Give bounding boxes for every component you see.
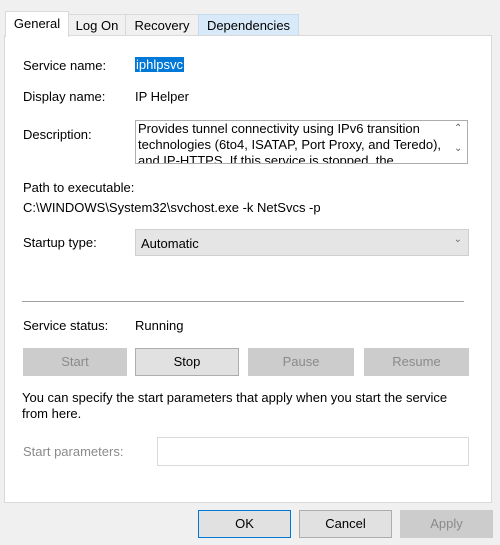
scrollbar[interactable]: ⌃ ⌄ xyxy=(450,121,467,163)
pause-button[interactable]: Pause xyxy=(248,348,354,376)
ok-button[interactable]: OK xyxy=(198,510,291,538)
tab-log-on[interactable]: Log On xyxy=(68,14,126,36)
startup-type-value: Automatic xyxy=(141,236,199,251)
stop-button[interactable]: Stop xyxy=(135,348,239,376)
startup-type-select[interactable]: Automatic ⌄ xyxy=(135,229,469,256)
path-value: C:\WINDOWS\System32\svchost.exe -k NetSv… xyxy=(23,200,321,215)
display-name-value: IP Helper xyxy=(135,89,189,104)
start-params-label: Start parameters: xyxy=(23,444,124,459)
cancel-button[interactable]: Cancel xyxy=(299,510,392,538)
start-params-info: You can specify the start parameters tha… xyxy=(22,390,448,421)
start-button[interactable]: Start xyxy=(23,348,127,376)
scroll-down-icon[interactable]: ⌄ xyxy=(454,143,462,154)
tab-recovery[interactable]: Recovery xyxy=(125,14,199,36)
start-params-input[interactable] xyxy=(157,437,469,466)
service-status-label: Service status: xyxy=(23,318,109,333)
apply-button[interactable]: Apply xyxy=(400,510,493,538)
description-label: Description: xyxy=(23,127,92,142)
path-label: Path to executable: xyxy=(23,180,135,195)
separator xyxy=(22,301,464,302)
service-name-label: Service name: xyxy=(23,58,107,73)
display-name-label: Display name: xyxy=(23,89,106,104)
description-box[interactable]: Provides tunnel connectivity using IPv6 … xyxy=(135,120,468,164)
service-name-value[interactable]: iphlpsvc xyxy=(135,57,184,72)
chevron-down-icon: ⌄ xyxy=(453,234,462,245)
resume-button[interactable]: Resume xyxy=(364,348,469,376)
service-status-value: Running xyxy=(135,318,184,333)
startup-type-label: Startup type: xyxy=(23,235,97,250)
scroll-up-icon[interactable]: ⌃ xyxy=(454,123,462,134)
tab-dependencies[interactable]: Dependencies xyxy=(198,14,299,36)
description-text: Provides tunnel connectivity using IPv6 … xyxy=(138,121,442,164)
general-panel xyxy=(4,35,492,503)
tab-general[interactable]: General xyxy=(5,11,69,37)
